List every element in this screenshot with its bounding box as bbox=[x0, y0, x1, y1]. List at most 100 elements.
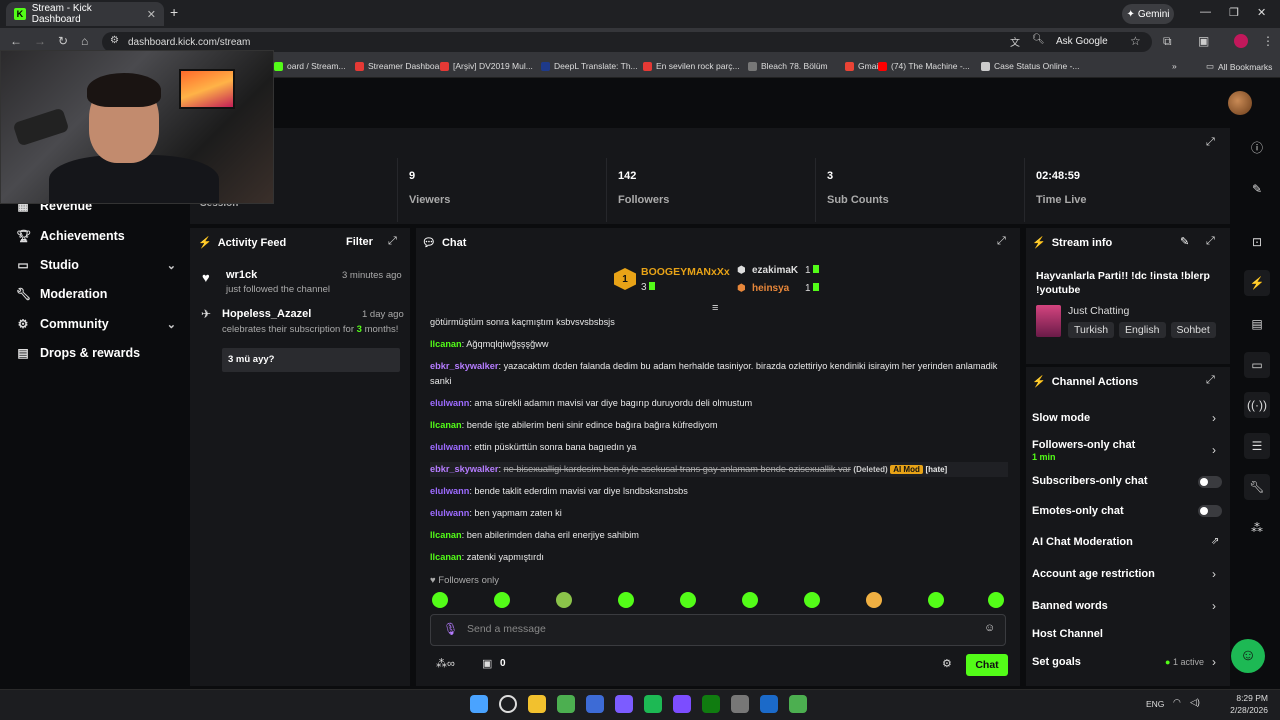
microphone-icon[interactable]: 🎙︎ bbox=[443, 622, 458, 636]
expand-stream-info-icon[interactable]: ⤢ bbox=[1206, 235, 1215, 248]
language-indicator[interactable]: ENG bbox=[1146, 699, 1164, 709]
activity-user[interactable]: wr1ck bbox=[226, 269, 257, 281]
emote-icon[interactable] bbox=[618, 592, 634, 608]
user-avatar[interactable] bbox=[1228, 91, 1252, 115]
bookmark-item[interactable]: oard / Stream... bbox=[274, 61, 346, 71]
profile-avatar-icon[interactable] bbox=[1234, 34, 1248, 48]
chevron-right-icon[interactable]: › bbox=[1212, 411, 1216, 425]
slow-mode-action[interactable]: Slow mode bbox=[1032, 412, 1090, 424]
chat-username[interactable]: llcanan bbox=[430, 339, 462, 349]
subscribers-only-toggle[interactable] bbox=[1198, 476, 1222, 488]
sidepanel-icon[interactable]: ▣ bbox=[1198, 34, 1209, 48]
expand-stats-icon[interactable]: ⤢ bbox=[1206, 136, 1215, 149]
broadcast-icon[interactable]: ((·)) bbox=[1244, 392, 1270, 418]
set-goals-action[interactable]: Set goals bbox=[1032, 656, 1081, 668]
wrench-rail-icon[interactable]: 🔧︎ bbox=[1244, 474, 1270, 500]
bookmark-item[interactable]: DeepL Translate: Th... bbox=[541, 61, 638, 71]
chat-username[interactable]: elulwann bbox=[430, 508, 469, 518]
translate-icon[interactable]: 文 bbox=[1010, 34, 1020, 49]
info-icon[interactable]: ⓘ bbox=[1244, 134, 1270, 160]
bookmark-item[interactable]: (74) The Machine -... bbox=[878, 61, 970, 71]
chevron-right-icon[interactable]: › bbox=[1212, 655, 1216, 669]
gemini-button[interactable]: ✦ Gemini bbox=[1122, 4, 1174, 24]
more-bookmarks-icon[interactable]: » bbox=[1172, 61, 1177, 71]
bookmark-star-icon[interactable]: ☆ bbox=[1130, 34, 1141, 48]
stream-tag[interactable]: English bbox=[1119, 322, 1166, 338]
sidebar-item[interactable]: 🔧︎ Moderation bbox=[16, 287, 176, 301]
windows-start-icon[interactable] bbox=[470, 695, 488, 713]
document-icon[interactable]: ▤ bbox=[1244, 311, 1270, 337]
sidebar-item[interactable]: ⚙ Community ⌄ bbox=[16, 317, 176, 331]
obs-icon[interactable] bbox=[673, 695, 691, 713]
send-chat-button[interactable]: Chat bbox=[966, 654, 1008, 676]
bolt-rail-icon[interactable]: ⚡ bbox=[1244, 270, 1270, 296]
host-channel-action[interactable]: Host Channel bbox=[1032, 628, 1103, 640]
bookmark-item[interactable]: Streamer Dashboard bbox=[355, 61, 447, 71]
store-icon[interactable] bbox=[586, 695, 604, 713]
emote-icon[interactable] bbox=[804, 592, 820, 608]
ask-google-button[interactable]: Ask Google bbox=[1056, 36, 1108, 47]
support-chat-icon[interactable]: ☺ bbox=[1231, 639, 1265, 673]
chevron-right-icon[interactable]: › bbox=[1212, 443, 1216, 457]
chat-username[interactable]: elulwann bbox=[430, 442, 469, 452]
expand-activity-icon[interactable]: ⤢ bbox=[388, 235, 397, 248]
bookmark-item[interactable]: Gmail bbox=[845, 61, 880, 71]
edit-stream-icon[interactable]: ✎ bbox=[1180, 235, 1189, 248]
filter-button[interactable]: Filter bbox=[346, 236, 373, 248]
browser-menu-icon[interactable]: ⋮ bbox=[1262, 34, 1274, 48]
maximize-icon[interactable]: ❐ bbox=[1229, 6, 1239, 19]
stream-tag[interactable]: Sohbet bbox=[1170, 322, 1216, 338]
emote-icon[interactable] bbox=[742, 592, 758, 608]
emote-icon[interactable] bbox=[432, 592, 448, 608]
emote-icon[interactable] bbox=[988, 592, 1004, 608]
volume-icon[interactable]: ◁) bbox=[1190, 697, 1200, 708]
collapse-leaderboard-icon[interactable]: ≡ bbox=[712, 302, 718, 314]
bookmark-item[interactable]: [Arşiv] DV2019 Mul... bbox=[440, 61, 533, 71]
emote-icon[interactable] bbox=[866, 592, 882, 608]
chrome-icon[interactable] bbox=[557, 695, 575, 713]
chat-username[interactable]: llcanan bbox=[430, 552, 462, 562]
home-icon[interactable]: ⌂ bbox=[81, 34, 88, 48]
chevron-down-icon[interactable]: ⌄ bbox=[167, 318, 176, 331]
expand-channel-actions-icon[interactable]: ⤢ bbox=[1206, 374, 1215, 387]
expand-chat-icon[interactable]: ⤢ bbox=[997, 235, 1006, 248]
emote-icon[interactable] bbox=[556, 592, 572, 608]
taskbar-time[interactable]: 8:29 PM bbox=[1230, 693, 1268, 703]
points-icon[interactable]: ⁂∞ bbox=[436, 657, 455, 670]
discord-icon[interactable] bbox=[615, 695, 633, 713]
forward-icon[interactable]: → bbox=[34, 34, 46, 48]
category-thumbnail[interactable] bbox=[1036, 305, 1061, 337]
apps-icon[interactable]: ⁂ bbox=[1244, 515, 1270, 541]
bookmark-item[interactable]: Case Status Online -... bbox=[981, 61, 1080, 71]
leaderboard-first-user[interactable]: BOOGEYMANxXx bbox=[641, 266, 730, 278]
extensions-icon[interactable]: ⧉ bbox=[1163, 34, 1172, 49]
spotify-icon[interactable] bbox=[644, 695, 662, 713]
leaderboard-third-user[interactable]: heinsya bbox=[752, 283, 789, 294]
chevron-down-icon[interactable]: ⌄ bbox=[167, 259, 176, 272]
external-link-icon[interactable]: ⇗ bbox=[1211, 536, 1219, 547]
chat-username[interactable]: elulwann bbox=[430, 486, 469, 496]
zoom-icon[interactable]: 🔍︎ bbox=[1032, 34, 1045, 45]
minimize-icon[interactable]: — bbox=[1200, 6, 1211, 18]
chat-settings-icon[interactable]: ⚙ bbox=[942, 657, 952, 670]
emoji-icon[interactable]: ☺ bbox=[984, 622, 995, 634]
taskbar-date[interactable]: 2/28/2026 bbox=[1222, 705, 1268, 715]
bookmark-item[interactable]: En sevilen rock parç... bbox=[643, 61, 740, 71]
chat-rail-icon[interactable]: ▭ bbox=[1244, 352, 1270, 378]
app-icon[interactable] bbox=[731, 695, 749, 713]
network-icon[interactable]: ◠ bbox=[1173, 697, 1181, 708]
search-icon[interactable] bbox=[499, 695, 517, 713]
xbox-icon[interactable] bbox=[702, 695, 720, 713]
site-info-icon[interactable]: ⚙ bbox=[110, 35, 119, 46]
chat-username[interactable]: llcanan bbox=[430, 530, 462, 540]
emote-icon[interactable] bbox=[680, 592, 696, 608]
bookmark-item[interactable]: Bleach 78. Bölüm bbox=[748, 61, 828, 71]
edit-icon[interactable]: ✎ bbox=[1244, 176, 1270, 202]
camera-icon[interactable]: ⊡ bbox=[1244, 229, 1270, 255]
activity-user[interactable]: Hopeless_Azazel bbox=[222, 308, 311, 320]
emotes-only-toggle[interactable] bbox=[1198, 505, 1222, 517]
back-icon[interactable]: ← bbox=[10, 34, 22, 48]
chrome-profile-icon[interactable] bbox=[789, 695, 807, 713]
layout-icon[interactable]: ☰ bbox=[1244, 433, 1270, 459]
store-icon[interactable]: ▣ bbox=[482, 657, 492, 670]
